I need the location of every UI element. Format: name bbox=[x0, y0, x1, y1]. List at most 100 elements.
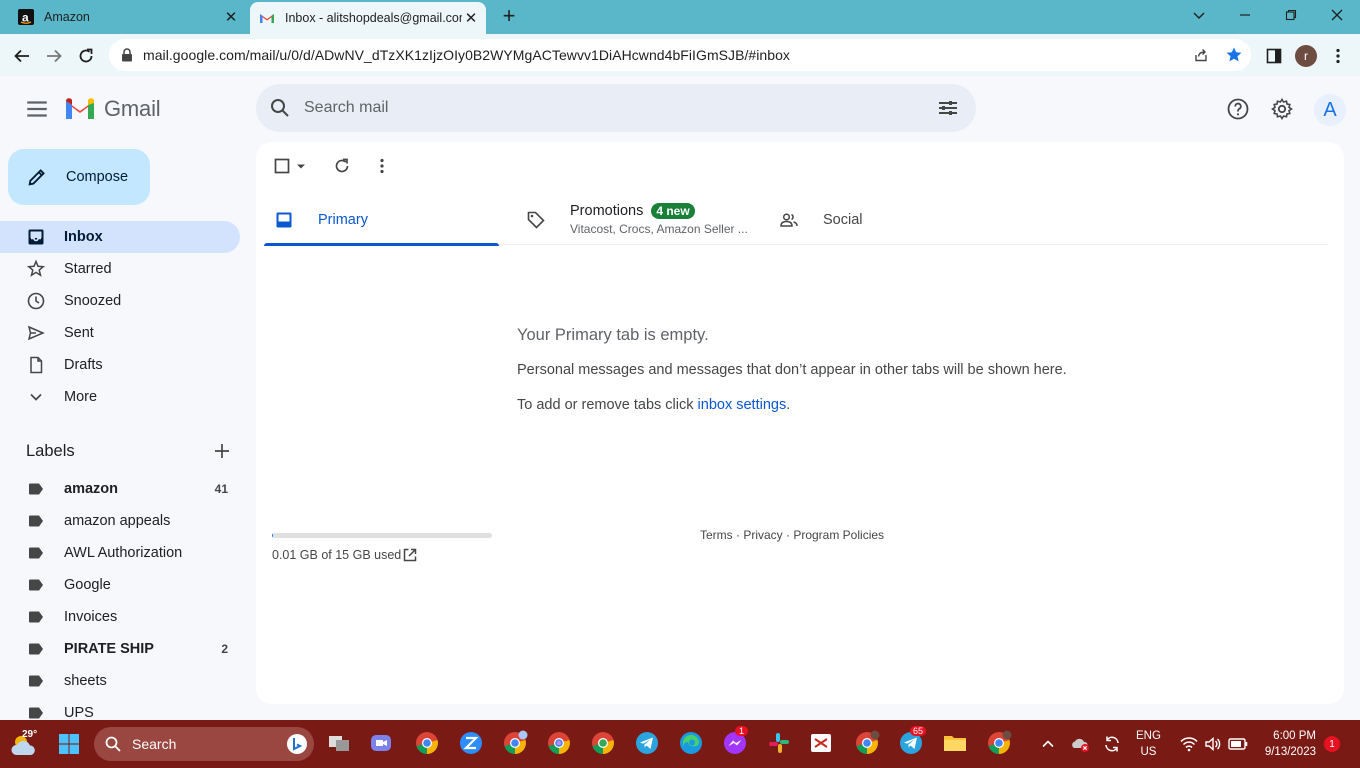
weather-widget[interactable]: 29° bbox=[8, 728, 42, 762]
taskbar-search[interactable]: Search bbox=[94, 727, 314, 761]
volume-icon[interactable] bbox=[1204, 736, 1222, 752]
bookmark-star-icon[interactable] bbox=[1225, 46, 1243, 64]
tab-primary[interactable]: Primary bbox=[264, 194, 499, 246]
gmail-m-icon bbox=[66, 98, 94, 119]
footer-links[interactable]: Terms · Privacy · Program Policies bbox=[700, 528, 884, 542]
compose-button[interactable]: Compose bbox=[8, 149, 150, 205]
sidebar-item-starred[interactable]: Starred bbox=[0, 253, 240, 285]
teams-chat-icon[interactable] bbox=[368, 730, 394, 756]
search-options-icon[interactable] bbox=[936, 96, 960, 120]
sidebar-item-snoozed[interactable]: Snoozed bbox=[0, 285, 240, 317]
label-item-sheets[interactable]: sheets bbox=[0, 665, 240, 697]
zoom-icon[interactable] bbox=[458, 730, 484, 756]
clock[interactable]: 6:00 PM 9/13/2023 bbox=[1258, 728, 1316, 760]
url-text[interactable]: mail.google.com/mail/u/0/d/ADwNV_dTzXK1z… bbox=[143, 47, 790, 63]
gmail-icon bbox=[260, 14, 274, 23]
inbox-category-tabs: Primary Promotions 4 new Vitacost, Crocs… bbox=[264, 194, 1328, 246]
more-options-icon[interactable] bbox=[372, 156, 392, 176]
browser-tab-gmail[interactable]: Inbox - alitshopdeals@gmail.com ✕ bbox=[250, 2, 486, 34]
sidebar-item-sent[interactable]: Sent bbox=[0, 317, 240, 349]
chrome-icon[interactable] bbox=[414, 730, 440, 756]
close-tab-icon[interactable]: ✕ bbox=[222, 8, 240, 26]
notification-badge[interactable]: 1 bbox=[1324, 736, 1340, 752]
chevron-down-icon bbox=[30, 393, 42, 401]
sidebar: Compose Inbox Starred Snoozed Sent Draft… bbox=[0, 142, 256, 722]
telegram-icon[interactable] bbox=[634, 730, 660, 756]
tab-promotions[interactable]: Promotions 4 new Vitacost, Crocs, Amazon… bbox=[526, 194, 761, 245]
chrome-active-icon[interactable] bbox=[986, 730, 1012, 756]
select-dropdown-icon[interactable] bbox=[294, 156, 308, 176]
create-label-plus-icon[interactable] bbox=[212, 441, 232, 461]
chrome-profile-icon[interactable] bbox=[854, 730, 880, 756]
sync-icon[interactable] bbox=[1102, 734, 1122, 754]
sidebar-item-label: More bbox=[64, 389, 98, 405]
wifi-icon[interactable] bbox=[1180, 736, 1198, 752]
inbox-settings-link[interactable]: inbox settings bbox=[698, 397, 787, 413]
refresh-icon[interactable] bbox=[332, 156, 352, 176]
select-all-checkbox[interactable] bbox=[272, 156, 292, 176]
language-indicator[interactable]: ENG US bbox=[1136, 728, 1161, 760]
label-item-pirate-ship[interactable]: PIRATE SHIP 2 bbox=[0, 633, 240, 665]
slack-icon[interactable] bbox=[766, 730, 792, 756]
label-item-invoices[interactable]: Invoices bbox=[0, 601, 240, 633]
sidebar-item-more[interactable]: More bbox=[0, 381, 240, 413]
gmail-logo[interactable]: Gmail bbox=[64, 96, 161, 122]
search-input[interactable] bbox=[304, 99, 904, 117]
chrome-profile-icon[interactable] bbox=[546, 730, 572, 756]
sidebar-item-drafts[interactable]: Drafts bbox=[0, 349, 240, 381]
label-item-amazon-appeals[interactable]: amazon appeals bbox=[0, 505, 240, 537]
onedrive-offline-icon[interactable] bbox=[1070, 734, 1090, 754]
label-item-google[interactable]: Google bbox=[0, 569, 240, 601]
tab-social[interactable]: Social bbox=[779, 194, 979, 245]
label-name: UPS bbox=[64, 705, 94, 721]
search-icon[interactable] bbox=[268, 96, 292, 120]
browser-menu-icon[interactable] bbox=[1324, 42, 1352, 70]
help-icon[interactable] bbox=[1226, 97, 1250, 121]
storage-usage-fill bbox=[272, 533, 273, 538]
label-item-ups[interactable]: UPS bbox=[0, 697, 240, 722]
windows-start-icon[interactable] bbox=[58, 733, 80, 755]
task-view-icon[interactable] bbox=[326, 730, 352, 756]
restore-icon[interactable] bbox=[1278, 4, 1304, 26]
new-tab-button[interactable]: + bbox=[498, 5, 520, 28]
back-button[interactable] bbox=[8, 42, 36, 70]
sidebar-item-inbox[interactable]: Inbox bbox=[0, 221, 240, 253]
close-window-icon[interactable] bbox=[1324, 4, 1350, 26]
browser-tab-amazon[interactable]: a Amazon ✕ bbox=[10, 0, 246, 34]
telegram-badge: 65 bbox=[910, 726, 927, 736]
side-panel-icon[interactable] bbox=[1260, 42, 1288, 70]
close-tab-icon[interactable]: ✕ bbox=[462, 9, 480, 27]
label-item-amazon[interactable]: amazon 41 bbox=[0, 473, 240, 505]
label-tag-icon bbox=[29, 707, 43, 719]
search-bar[interactable] bbox=[256, 84, 976, 132]
open-external-icon[interactable] bbox=[402, 547, 418, 563]
snipping-tool-icon[interactable] bbox=[808, 730, 834, 756]
telegram-app[interactable]: 65 bbox=[898, 726, 927, 756]
tab-title: Amazon bbox=[44, 10, 90, 24]
temperature: 29° bbox=[22, 729, 38, 740]
forward-button[interactable] bbox=[40, 42, 68, 70]
account-avatar[interactable]: A bbox=[1314, 94, 1346, 126]
share-icon[interactable] bbox=[1193, 47, 1209, 63]
tab-label: Social bbox=[823, 211, 863, 228]
file-explorer-icon[interactable] bbox=[942, 730, 968, 756]
browser-toolbar: mail.google.com/mail/u/0/d/ADwNV_dTzXK1z… bbox=[0, 34, 1360, 76]
battery-icon[interactable] bbox=[1228, 737, 1248, 751]
profile-avatar[interactable]: r bbox=[1292, 42, 1320, 70]
promotions-title-row: Promotions 4 new bbox=[570, 203, 748, 219]
address-bar[interactable]: mail.google.com/mail/u/0/d/ADwNV_dTzXK1z… bbox=[109, 39, 1251, 71]
bing-icon bbox=[287, 734, 307, 754]
label-item-awl-authorization[interactable]: AWL Authorization bbox=[0, 537, 240, 569]
tab-search-icon[interactable] bbox=[1186, 4, 1212, 26]
minimize-icon[interactable] bbox=[1232, 4, 1258, 26]
chrome-profile-icon[interactable] bbox=[502, 730, 528, 756]
reload-button[interactable] bbox=[72, 42, 100, 70]
label-name: PIRATE SHIP bbox=[64, 641, 154, 657]
star-icon bbox=[26, 259, 46, 277]
chevron-up-icon[interactable] bbox=[1040, 736, 1056, 752]
main-menu-icon[interactable] bbox=[24, 96, 50, 122]
edge-icon[interactable] bbox=[678, 730, 704, 756]
settings-gear-icon[interactable] bbox=[1270, 97, 1294, 121]
chrome-profile-icon[interactable] bbox=[590, 730, 616, 756]
messenger-app[interactable]: 1 bbox=[722, 726, 749, 756]
